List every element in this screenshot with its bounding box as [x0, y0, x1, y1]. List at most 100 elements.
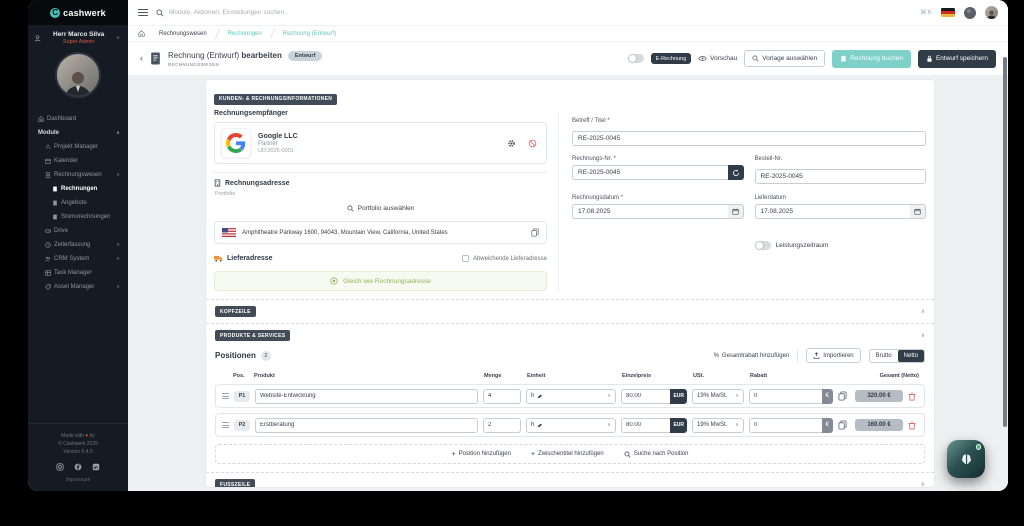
menu-icon[interactable] [138, 9, 148, 16]
sidebar-item-rechnungen[interactable]: Rechnungen [38, 182, 122, 196]
unit-select[interactable]: h ∨ [526, 388, 616, 404]
topbar-avatar[interactable] [985, 6, 998, 19]
search-position-button[interactable]: Suche nach Position [624, 450, 688, 458]
unit-select[interactable]: h ∨ [526, 417, 616, 433]
collapse-icon[interactable]: ∨ [921, 332, 925, 339]
save-draft-button[interactable]: Entwurf speichern [917, 49, 996, 68]
drag-handle-icon[interactable] [222, 393, 229, 399]
breadcrumb-rechnungswesen[interactable]: Rechnungswesen [149, 26, 217, 41]
back-button[interactable]: ‹ [140, 54, 143, 63]
invoice-icon [45, 172, 51, 178]
product-input[interactable] [255, 417, 478, 433]
recipient-label: Rechnungsempfänger [214, 110, 288, 117]
sidebar-item-projekt-manager[interactable]: Projekt Manager [38, 140, 122, 154]
sidebar-item-stornorechnungen[interactable]: Stornorechnungen [38, 210, 122, 224]
book-invoice-button[interactable]: Rechnung buchen [832, 49, 911, 68]
search-input[interactable] [169, 9, 429, 16]
sidebar-item-task-manager[interactable]: Task Manager [38, 266, 122, 280]
tag-icon [45, 284, 51, 290]
sidebar-item-rechnungswesen[interactable]: Rechnungswesen ∨ [38, 168, 122, 182]
vat-select[interactable]: 19% MwSt. ∨ [692, 388, 744, 404]
subject-input[interactable] [572, 131, 926, 146]
quantity-input[interactable] [483, 417, 521, 433]
globe-icon[interactable] [964, 6, 976, 19]
facebook-icon[interactable] [74, 462, 83, 471]
row-total: 320.00 € [855, 390, 903, 402]
position-number-badge: P2 [234, 419, 250, 431]
delivery-date-input[interactable] [754, 204, 910, 219]
drag-handle-icon[interactable] [222, 422, 229, 428]
brand-logo[interactable]: C cashwerk [28, 0, 128, 25]
brain-icon [961, 454, 971, 464]
sidebar-item-drive[interactable]: Drive [38, 224, 122, 238]
copy-icon[interactable] [531, 228, 539, 237]
global-search [156, 9, 912, 17]
chevron-down-icon: ∨ [116, 242, 120, 248]
trash-icon[interactable] [908, 421, 916, 430]
impressum-link[interactable]: Impressum [32, 477, 124, 483]
sidebar-item-crm-system[interactable]: CRM System ∨ [38, 252, 122, 266]
gear-icon[interactable] [507, 139, 516, 148]
status-badge: Entwurf [287, 50, 323, 61]
sidebar-item-kalender[interactable]: Kalender [38, 154, 122, 168]
ai-assistant-button[interactable] [947, 440, 985, 478]
order-no-input[interactable] [754, 169, 926, 184]
calendar-icon[interactable] [727, 204, 744, 219]
e-invoice-toggle[interactable] [627, 54, 644, 63]
sidebar-item-angebote[interactable]: Angebote [38, 196, 122, 210]
deactivate-icon[interactable] [528, 139, 537, 148]
select-template-button[interactable]: Vorlage auswählen [744, 50, 826, 67]
client-card[interactable]: Google LLC Partner UD:2025-0001 [214, 122, 547, 164]
person-icon [34, 34, 41, 41]
breadcrumb-rechnungen[interactable]: Rechnungen [218, 26, 272, 41]
discount-input[interactable] [749, 388, 822, 404]
vat-select[interactable]: 19% MwSt. ∨ [692, 417, 744, 433]
netto-option[interactable]: Netto [897, 349, 924, 362]
duplicate-icon[interactable] [838, 420, 847, 430]
trash-icon[interactable] [908, 392, 916, 401]
percent-icon: % [713, 352, 719, 359]
regenerate-number-button[interactable] [727, 165, 744, 180]
home-icon[interactable] [138, 26, 149, 41]
eye-icon [698, 56, 707, 61]
portfolio-select-button[interactable]: Portfolio auswählen [214, 205, 547, 212]
quantity-input[interactable] [483, 388, 521, 404]
deviating-address-checkbox[interactable] [461, 255, 469, 262]
service-period-toggle[interactable] [754, 241, 771, 250]
collapse-icon[interactable]: ∧ [921, 481, 925, 487]
import-button[interactable]: Importieren [806, 348, 861, 363]
app-window: C cashwerk Herr Marco Silva Super Admin … [28, 0, 1008, 491]
user-menu[interactable]: Herr Marco Silva Super Admin ∨ [28, 25, 128, 45]
linkedin-icon[interactable] [92, 462, 101, 471]
avatar[interactable] [55, 52, 101, 98]
german-flag-icon[interactable] [941, 8, 955, 17]
client-name: Google LLC [258, 132, 298, 140]
collapse-icon[interactable]: ∧ [921, 308, 925, 315]
add-total-discount-link[interactable]: % Gesamtrabatt hinzufügen [714, 353, 790, 359]
heart-icon: ♥ [85, 433, 89, 439]
user-role: Super Admin [62, 39, 95, 45]
same-as-billing-button[interactable]: Gleich wie Rechnungsadresse [214, 271, 547, 291]
brutto-option[interactable]: Brutto [870, 350, 898, 362]
sidebar-item-dashboard[interactable]: Dashboard [38, 112, 122, 126]
discount-input[interactable] [749, 417, 822, 433]
plus-icon: + [530, 450, 536, 458]
scrollbar[interactable] [1003, 57, 1007, 427]
add-subtitle-button[interactable]: + Zwischentitel hinzufügen [531, 451, 604, 458]
preview-button[interactable]: Vorschau [698, 55, 737, 62]
invoice-date-input[interactable] [572, 204, 728, 219]
invoice-no-input[interactable] [572, 165, 728, 180]
sidebar-section-module[interactable]: Module ∧ [38, 126, 122, 140]
unit-price-input[interactable] [621, 417, 671, 433]
breadcrumb-rechnung-entwurf[interactable]: Rechnung (Entwurf) [273, 26, 346, 41]
duplicate-icon[interactable] [838, 391, 847, 401]
calendar-icon[interactable] [910, 204, 926, 219]
billing-address-text: Amphitheatre Parkway 1600, 94043, Mounta… [242, 229, 448, 236]
unit-price-input[interactable] [621, 388, 671, 404]
sidebar-item-asset-manager[interactable]: Asset Manager ∨ [38, 280, 122, 294]
billing-address-card[interactable]: Amphitheatre Parkway 1600, 94043, Mounta… [214, 221, 547, 244]
instagram-icon[interactable] [56, 462, 65, 471]
product-input[interactable] [255, 388, 478, 404]
sidebar-item-zeiterfassung[interactable]: Zeiterfassung ∨ [38, 238, 122, 252]
add-position-button[interactable]: + Position hinzufügen [452, 451, 511, 458]
